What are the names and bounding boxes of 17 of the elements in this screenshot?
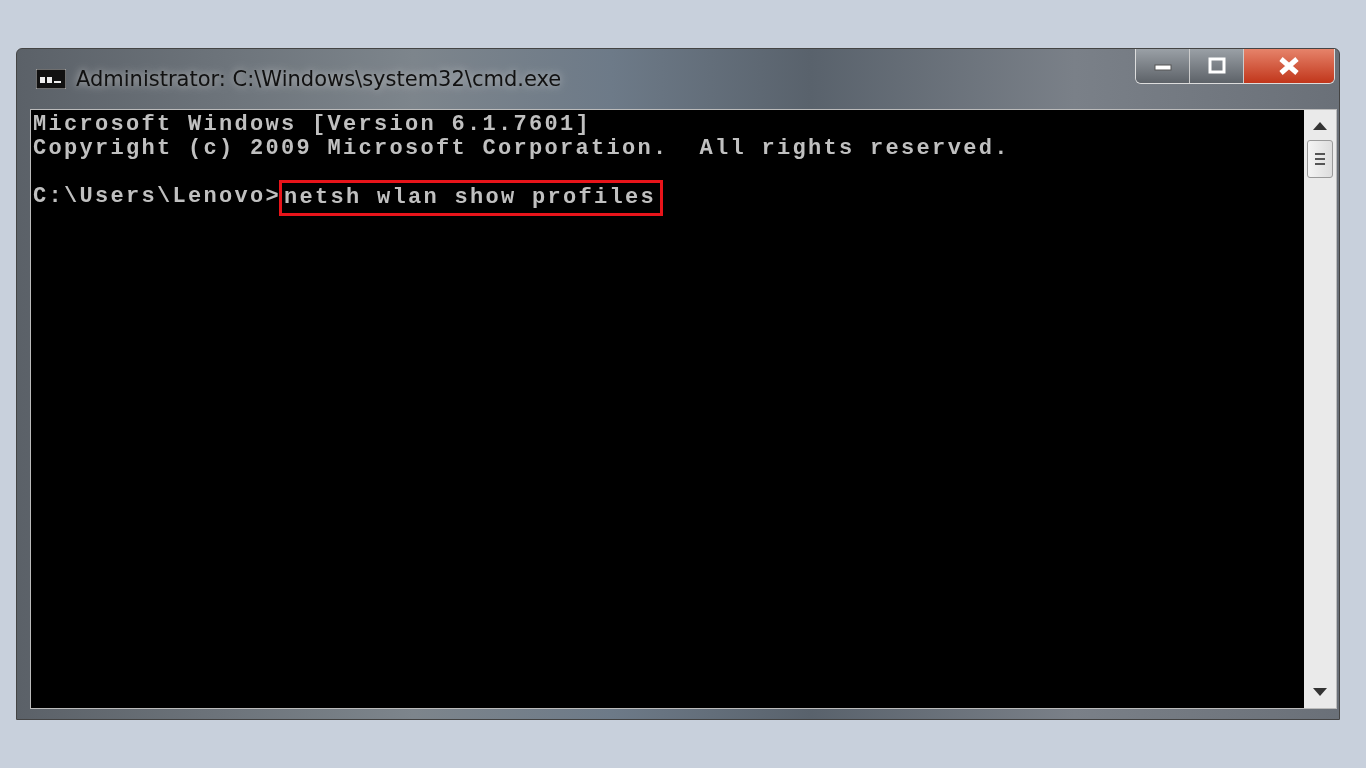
close-button[interactable] [1244,49,1334,83]
maximize-icon [1206,57,1227,75]
window-title: Administrator: C:\Windows\system32\cmd.exe [76,67,562,91]
maximize-button[interactable] [1190,49,1244,83]
command-prompt: C:\Users\Lenovo> [33,184,282,209]
scroll-down-icon[interactable] [1313,688,1327,696]
minimize-icon [1152,61,1173,71]
console-icon [36,69,66,89]
grip-icon [1314,151,1326,167]
console-output: Copyright (c) 2009 Microsoft Corporation. All rights reserved. [33,136,1010,161]
scroll-up-icon[interactable] [1313,122,1327,130]
minimize-button[interactable] [1136,49,1190,83]
scrollbar[interactable] [1304,110,1336,708]
console-output: Microsoft Windows [Version 6.1.7601] [33,112,592,137]
scroll-thumb[interactable] [1307,140,1333,178]
highlighted-command: netsh wlan show profiles [279,180,664,216]
close-icon [1277,56,1301,76]
